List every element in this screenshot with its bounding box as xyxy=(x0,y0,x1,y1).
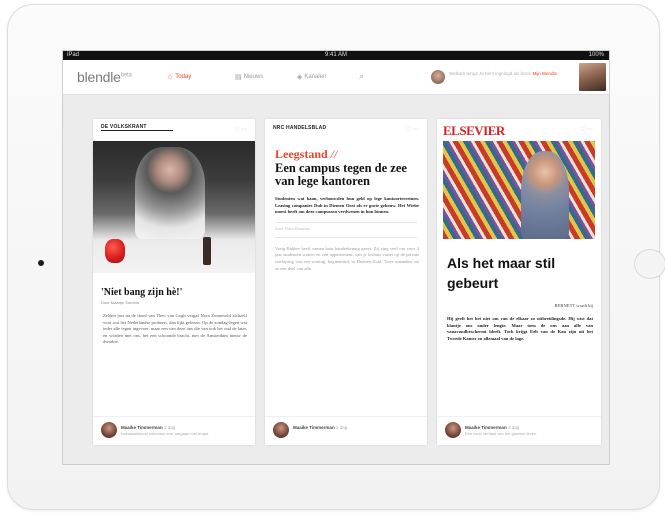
publication-logo: ELSEVIER xyxy=(443,123,505,138)
recommender-name-text: Maaike Timmerman xyxy=(293,425,335,430)
article-headline[interactable]: Als het maar stil gebeurt xyxy=(447,253,593,293)
publication-name: NRC HANDELSBLAD xyxy=(273,125,327,131)
recommender-name-text: Maaike Timmerman xyxy=(121,425,163,430)
photo-subject xyxy=(521,151,569,239)
tab-today[interactable]: ☆ Today xyxy=(167,73,191,81)
account-text: Welkom terug! Je bent ingelogd als lezer… xyxy=(449,71,532,76)
article-author: Door Floor Rusman xyxy=(275,225,310,231)
photo-bottle xyxy=(203,237,211,265)
user-profile-photo[interactable] xyxy=(579,63,606,91)
recommend-text: Indrukwekkend interview over omgaan met … xyxy=(121,431,210,436)
recommend-text: Een mooi verhaal van het gewone leven. xyxy=(465,431,538,436)
recommender-avatar[interactable] xyxy=(273,422,289,438)
article-card-volkskrant[interactable]: DE VOLKSKRANT ♡ ⋯ 'Niet bang zijn hè!' D… xyxy=(93,119,255,445)
news-icon: ▤ xyxy=(235,74,242,81)
app-logo[interactable]: blendlebeta xyxy=(77,69,132,85)
today-icon: ☆ xyxy=(167,74,174,81)
recommender-name: Maaike Timmerman 2 dag xyxy=(293,425,347,430)
app-screen: iPad 9:41 AM 100% blendlebeta ☆ Today ▤ … xyxy=(62,50,610,465)
recommender-avatar[interactable] xyxy=(101,422,117,438)
card-header: DE VOLKSKRANT ♡ ⋯ xyxy=(93,119,255,141)
channels-icon: ◈ xyxy=(297,74,303,81)
article-excerpt: Vorig Bakker heeft samen haar handtekeni… xyxy=(275,245,419,271)
account-info: Welkom terug! Je bent ingelogd als lezer… xyxy=(449,71,571,77)
home-button[interactable] xyxy=(634,249,665,279)
recommend-time: 1 dag xyxy=(163,425,176,430)
recommender-name: Maaike Timmerman 3 dag xyxy=(465,425,519,430)
status-time: 9:41 AM xyxy=(324,52,347,58)
article-byline: BERNETT wordt bij xyxy=(554,303,593,308)
card-options-icon[interactable]: ♡ ⋯ xyxy=(406,126,419,133)
app-header: blendlebeta ☆ Today ▤ Nieuws ◈ Kanalen ⌕… xyxy=(63,60,609,95)
account-avatar[interactable] xyxy=(431,70,445,84)
card-footer: Maaike Timmerman 1 dag Indrukwekkend int… xyxy=(93,416,255,445)
article-author: Door Maartje Somers xyxy=(101,300,140,305)
recommender-name: Maaike Timmerman 1 dag xyxy=(121,425,175,430)
card-header: ELSEVIER ♡ ⋯ xyxy=(437,119,601,141)
article-photo xyxy=(443,141,595,239)
publication-name: DE VOLKSKRANT xyxy=(101,125,173,131)
battery-level: 100% xyxy=(588,52,604,58)
card-footer: Maaike Timmerman 3 dag Een mooi verhaal … xyxy=(437,416,601,445)
article-headline[interactable]: 'Niet bang zijn hè!' xyxy=(101,287,247,298)
divider xyxy=(275,236,417,238)
article-photo xyxy=(93,141,255,273)
card-footer: Maaike Timmerman 2 dag xyxy=(265,416,427,445)
recommend-time: 2 dag xyxy=(335,425,348,430)
recommender-avatar[interactable] xyxy=(445,422,461,438)
article-lead: Studenten wat kaan, verbouwden hun geld … xyxy=(275,196,419,215)
search-button[interactable]: ⌕ xyxy=(359,71,364,82)
search-icon: ⌕ xyxy=(359,71,365,81)
logo-badge: beta xyxy=(120,72,132,79)
logo-text: blendle xyxy=(77,69,121,85)
card-options-icon[interactable]: ♡ ⋯ xyxy=(234,126,247,133)
recommend-time: 3 dag xyxy=(507,425,520,430)
article-card-nrc[interactable]: NRC HANDELSBLAD ♡ ⋯ Leegstand // Een cam… xyxy=(265,119,427,445)
photo-kettle xyxy=(105,239,125,263)
tab-channels-label: Kanalen xyxy=(304,74,327,80)
photo-subject xyxy=(135,147,205,239)
article-headline[interactable]: Een campus tegen de zee van lege kantore… xyxy=(275,162,419,188)
account-link[interactable]: Mijn Blendle xyxy=(532,71,557,76)
status-bar: iPad 9:41 AM 100% xyxy=(63,51,609,60)
recommender-name-text: Maaike Timmerman xyxy=(465,425,507,430)
front-camera xyxy=(38,260,44,266)
section-label-text: Leegstand xyxy=(275,147,328,161)
section-label: Leegstand // xyxy=(275,147,419,162)
article-excerpt: Hij geeft het het niet om van de elkaar … xyxy=(447,316,593,341)
tab-news[interactable]: ▤ Nieuws xyxy=(235,73,263,81)
tab-channels[interactable]: ◈ Kanalen xyxy=(297,73,326,81)
article-excerpt: Zelden just na de dood van Theo van Gogh… xyxy=(103,313,247,345)
tab-today-label: Today xyxy=(175,74,192,80)
article-card-elsevier[interactable]: ELSEVIER ♡ ⋯ Als het maar stil gebeurt B… xyxy=(437,119,601,445)
section-mark: // xyxy=(330,147,338,161)
divider xyxy=(275,221,417,223)
card-options-icon[interactable]: ♡ ⋯ xyxy=(580,126,593,133)
card-header: NRC HANDELSBLAD ♡ ⋯ xyxy=(265,119,427,141)
tab-news-label: Nieuws xyxy=(243,74,264,80)
